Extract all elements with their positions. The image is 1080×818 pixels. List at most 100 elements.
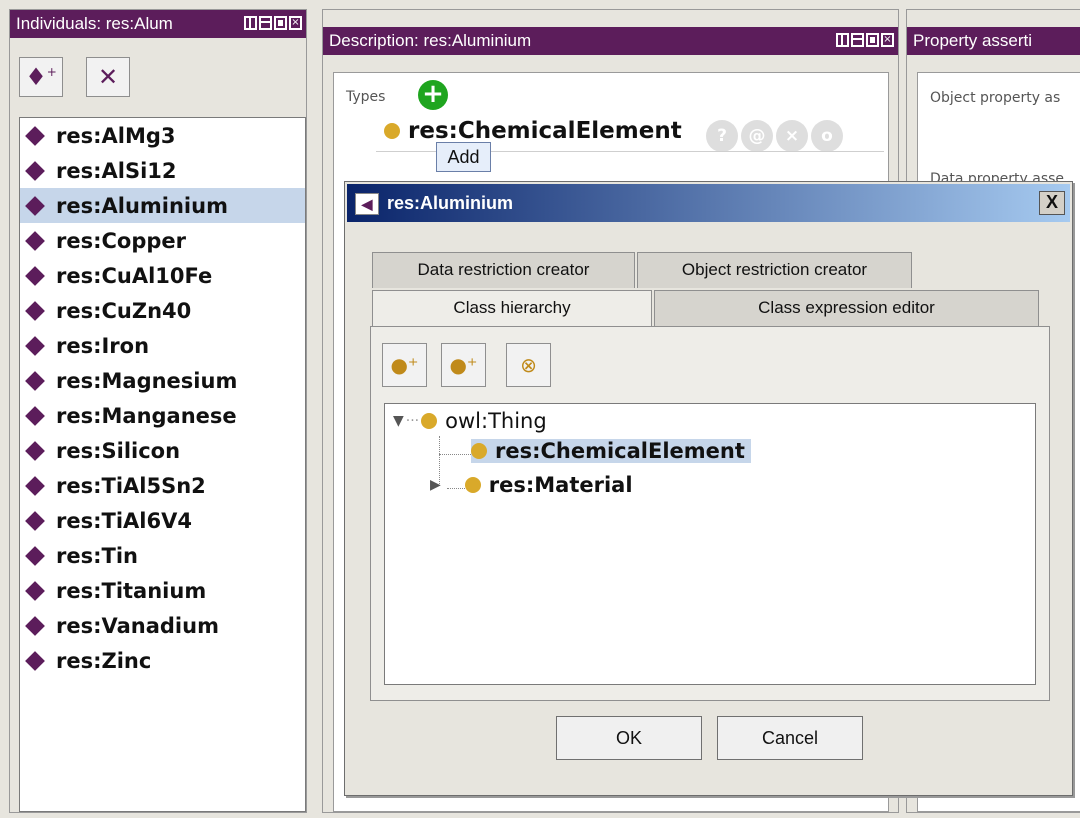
collapse-icon[interactable]: ▼	[393, 413, 404, 429]
add-individual-button[interactable]: ♦+	[19, 57, 63, 97]
individual-label: res:AlMg3	[56, 123, 176, 148]
individual-icon	[25, 195, 45, 216]
tab-class-hierarchy[interactable]: Class hierarchy	[372, 290, 652, 327]
individual-label: res:Magnesium	[56, 368, 238, 393]
individual-label: res:Zinc	[56, 648, 152, 673]
maximize-icon[interactable]	[274, 16, 287, 30]
delete-class-icon: ⊗	[520, 353, 537, 377]
tree-node-label: owl:Thing	[445, 409, 547, 433]
annotate-button[interactable]: @	[741, 120, 773, 152]
individual-list-item[interactable]: res:AlMg3	[20, 118, 305, 153]
tree-node-label: res:ChemicalElement	[495, 439, 745, 463]
individual-icon	[25, 580, 45, 601]
class-tree: ▼ ··· owl:Thing res:ChemicalElement ▶ re…	[384, 403, 1036, 685]
add-sibling-icon: ●⁺	[449, 353, 478, 377]
individual-list-item[interactable]: res:AlSi12	[20, 153, 305, 188]
individual-label: res:Manganese	[56, 403, 237, 428]
add-subclass-icon: ●⁺	[390, 353, 419, 377]
type-entry[interactable]: res:ChemicalElement	[384, 118, 682, 144]
tree-node-owl-thing[interactable]: ▼ ··· owl:Thing	[393, 409, 547, 433]
individual-icon	[25, 405, 45, 426]
individual-label: res:AlSi12	[56, 158, 177, 183]
tree-node-label: res:Material	[488, 473, 633, 497]
type-entry-buttons: ? @ × o	[706, 120, 843, 152]
add-individual-icon: ♦+	[25, 63, 57, 91]
individual-list-item[interactable]: res:TiAl6V4	[20, 503, 305, 538]
individual-list-item[interactable]: res:Magnesium	[20, 363, 305, 398]
delete-individual-icon: ✕	[97, 63, 119, 91]
class-dialog: ◀ res:Aluminium X Data restriction creat…	[344, 181, 1073, 796]
cancel-button[interactable]: Cancel	[717, 716, 863, 760]
description-panel-title: Description: res:Aluminium	[329, 31, 532, 50]
edit-button[interactable]: o	[811, 120, 843, 152]
minimize-icon[interactable]	[259, 16, 272, 30]
maximize-icon[interactable]	[866, 33, 879, 47]
expand-icon[interactable]: ▶	[430, 477, 441, 493]
add-sibling-button[interactable]: ●⁺	[441, 343, 486, 387]
class-hierarchy-panel: ●⁺ ●⁺ ⊗ ▼ ··· owl:Thing res:ChemicalElem…	[370, 326, 1050, 701]
class-icon	[464, 477, 481, 493]
close-icon: X	[1045, 192, 1058, 212]
individual-icon	[25, 335, 45, 356]
tab-data-restriction-creator[interactable]: Data restriction creator	[372, 252, 635, 288]
close-view-icon[interactable]: ×	[881, 33, 894, 47]
explain-button[interactable]: ?	[706, 120, 738, 152]
property-panel-header: Property asserti	[907, 27, 1080, 55]
individual-label: res:TiAl6V4	[56, 508, 192, 533]
type-entry-label: res:ChemicalElement	[408, 118, 682, 144]
individual-label: res:Vanadium	[56, 613, 219, 638]
individual-list-item[interactable]: res:Tin	[20, 538, 305, 573]
delete-individual-button[interactable]: ✕	[86, 57, 130, 97]
dialog-close-button[interactable]: X	[1039, 191, 1065, 215]
individual-list-item[interactable]: res:Zinc	[20, 643, 305, 678]
tree-node-material[interactable]: ▶ res:Material	[430, 473, 633, 497]
close-view-icon[interactable]: ×	[289, 16, 302, 30]
split-view-icon[interactable]	[836, 33, 849, 47]
split-view-icon[interactable]	[244, 16, 257, 30]
object-property-label: Object property as	[930, 90, 1061, 106]
add-type-button[interactable]: +	[418, 80, 448, 110]
minimize-icon[interactable]	[851, 33, 864, 47]
tree-line	[439, 454, 471, 455]
ok-button[interactable]: OK	[556, 716, 702, 760]
dialog-title: res:Aluminium	[387, 193, 514, 213]
individual-icon	[25, 265, 45, 286]
individuals-panel-header: Individuals: res:Alum ×	[10, 10, 306, 38]
dialog-titlebar: ◀ res:Aluminium X	[347, 184, 1070, 222]
individual-list-item[interactable]: res:TiAl5Sn2	[20, 468, 305, 503]
delete-class-button[interactable]: ⊗	[506, 343, 551, 387]
individual-icon	[25, 300, 45, 321]
individual-list-item[interactable]: res:Aluminium	[20, 188, 305, 223]
tree-node-chemical-element[interactable]: res:ChemicalElement	[471, 439, 751, 463]
tab-object-restriction-creator[interactable]: Object restriction creator	[637, 252, 912, 288]
individual-list-item[interactable]: res:Manganese	[20, 398, 305, 433]
individual-label: res:Copper	[56, 228, 186, 253]
individual-list-item[interactable]: res:CuAl10Fe	[20, 258, 305, 293]
tab-class-expression-editor[interactable]: Class expression editor	[654, 290, 1039, 326]
individual-label: res:Iron	[56, 333, 150, 358]
individual-list-item[interactable]: res:Vanadium	[20, 608, 305, 643]
individual-icon	[25, 650, 45, 671]
window-controls: ×	[833, 33, 894, 47]
protege-icon: ◀	[355, 193, 379, 215]
individual-list-item[interactable]: res:Iron	[20, 328, 305, 363]
remove-button[interactable]: ×	[776, 120, 808, 152]
individual-icon	[25, 510, 45, 531]
class-icon	[384, 123, 400, 139]
plus-icon: +	[422, 79, 444, 109]
individual-list-item[interactable]: res:Silicon	[20, 433, 305, 468]
individual-label: res:Aluminium	[56, 193, 228, 218]
individual-list-item[interactable]: res:CuZn40	[20, 293, 305, 328]
individual-icon	[25, 370, 45, 391]
individual-list-item[interactable]: res:Copper	[20, 223, 305, 258]
add-tooltip: Add	[436, 142, 491, 172]
individuals-panel-title: Individuals: res:Alum	[16, 14, 173, 33]
individual-label: res:CuAl10Fe	[56, 263, 213, 288]
class-icon	[471, 443, 487, 459]
individual-icon	[25, 440, 45, 461]
description-panel-header: Description: res:Aluminium ×	[323, 27, 898, 55]
individual-list-item[interactable]: res:Titanium	[20, 573, 305, 608]
add-subclass-button[interactable]: ●⁺	[382, 343, 427, 387]
individuals-list: res:AlMg3 res:AlSi12 res:Aluminium res:Copp…	[19, 117, 306, 812]
individual-label: res:Titanium	[56, 578, 207, 603]
